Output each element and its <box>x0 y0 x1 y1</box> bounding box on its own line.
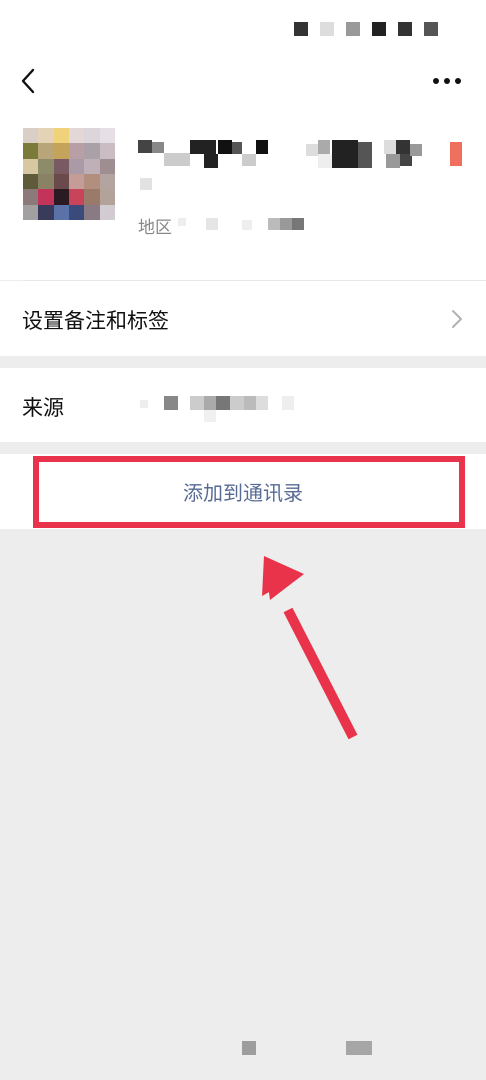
remark-tags-row[interactable]: 设置备注和标签 <box>0 281 486 356</box>
nickname-mosaic <box>138 140 462 168</box>
status-icon <box>320 22 334 36</box>
status-icon <box>398 22 412 36</box>
navigation-bar <box>0 60 486 104</box>
region-label: 地区 <box>138 217 172 238</box>
status-icon <box>372 22 386 36</box>
add-to-contacts-button[interactable]: 添加到通讯录 <box>0 454 486 529</box>
remark-tags-label: 设置备注和标签 <box>22 309 169 333</box>
source-label: 来源 <box>22 396 64 420</box>
status-bar <box>294 22 438 38</box>
region-row: 地区 <box>138 212 318 238</box>
back-button[interactable] <box>14 66 44 96</box>
add-contact-row: 添加到通讯录 <box>0 454 486 529</box>
section-gap <box>0 356 486 368</box>
bottom-mosaic <box>242 1041 256 1055</box>
add-to-contacts-label: 添加到通讯录 <box>183 481 303 505</box>
bottom-mosaic <box>346 1041 372 1055</box>
avatar[interactable] <box>23 128 115 220</box>
source-row: 来源 <box>0 368 486 442</box>
status-icon <box>346 22 360 36</box>
section-gap <box>0 442 486 454</box>
status-icon <box>424 22 438 36</box>
annotation-arrow-icon <box>262 556 358 740</box>
source-value-mosaic <box>140 396 294 422</box>
chevron-right-icon <box>452 310 462 328</box>
more-button[interactable] <box>430 66 464 96</box>
chevron-left-icon <box>21 68 35 94</box>
region-value-mosaic <box>178 218 304 230</box>
status-icon <box>294 22 308 36</box>
more-dots-icon <box>433 78 461 84</box>
nickname-mosaic-extra <box>140 178 152 190</box>
